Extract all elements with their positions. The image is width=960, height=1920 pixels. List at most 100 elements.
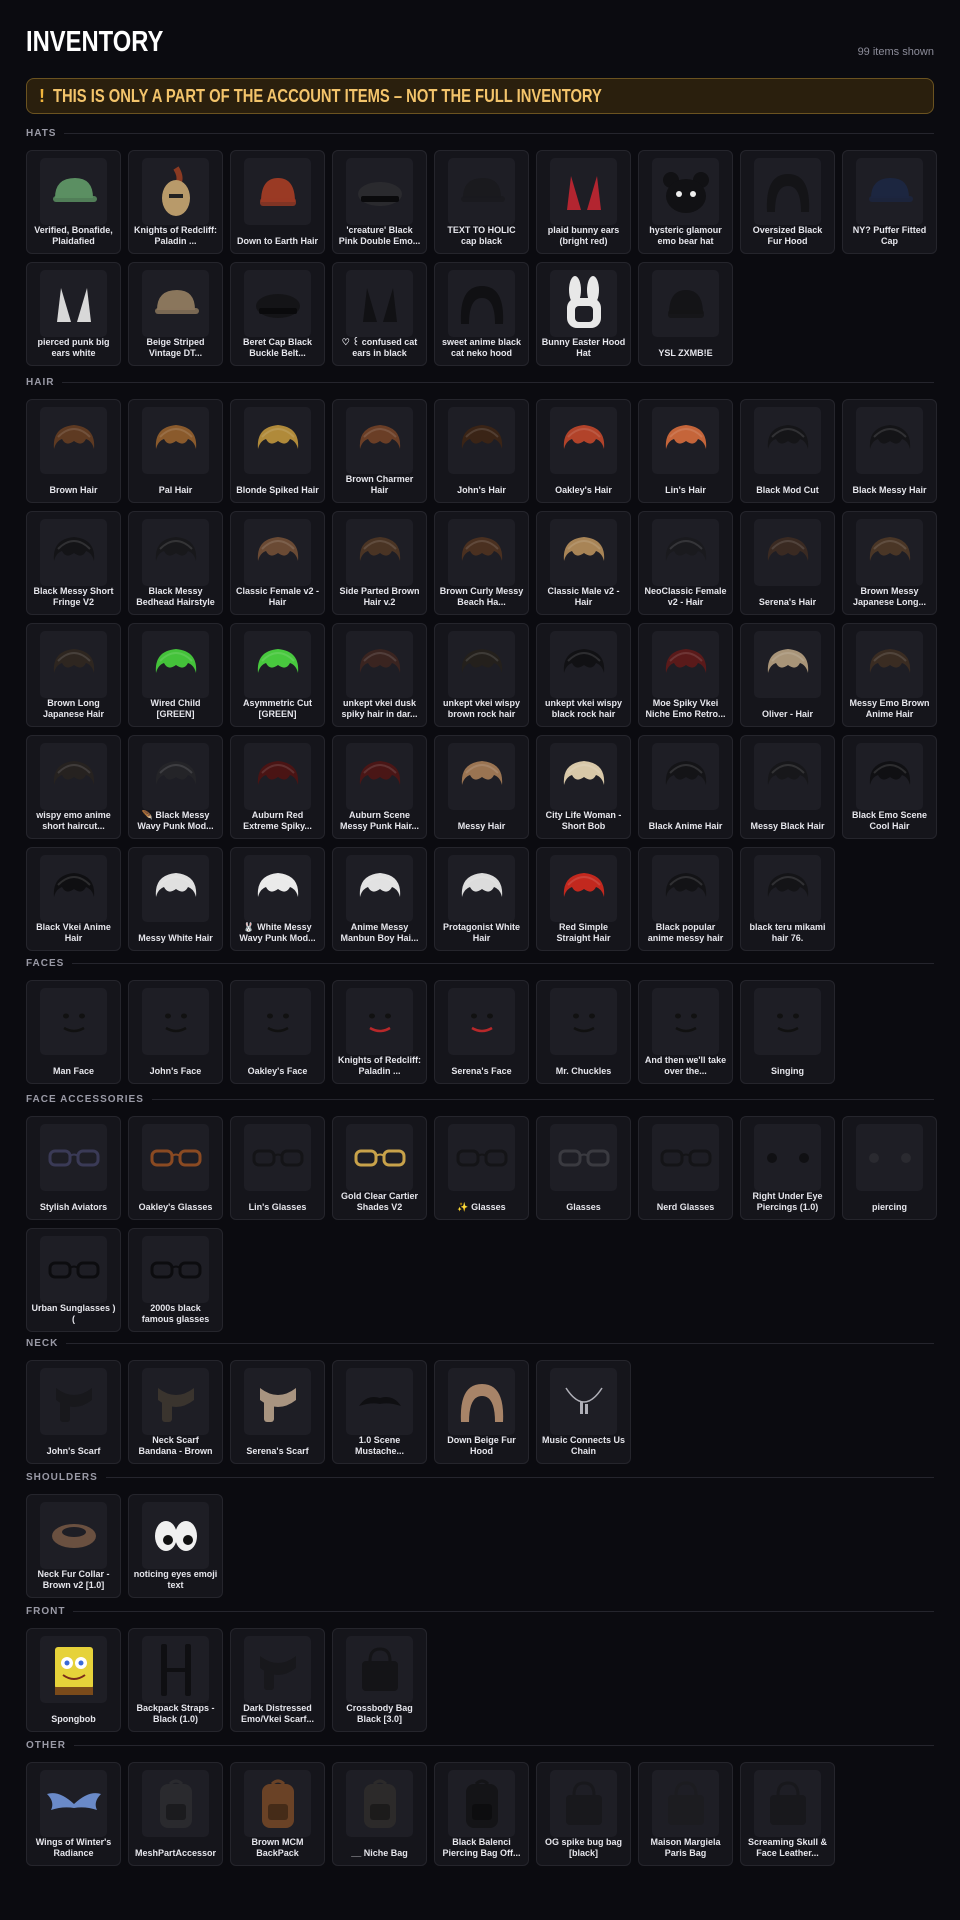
item-card[interactable]: Oakley's Face xyxy=(230,980,325,1084)
item-card[interactable]: Black Messy Bedhead Hairstyle xyxy=(128,511,223,615)
item-card[interactable]: ✨ Glasses xyxy=(434,1116,529,1220)
item-card[interactable]: Serena's Hair xyxy=(740,511,835,615)
hair-icon xyxy=(550,743,617,810)
item-card[interactable]: Brown Hair xyxy=(26,399,121,503)
item-card[interactable]: Black Mod Cut xyxy=(740,399,835,503)
item-card[interactable]: Oakley's Glasses xyxy=(128,1116,223,1220)
item-card[interactable]: noticing eyes emoji text xyxy=(128,1494,223,1598)
item-card[interactable]: Knights of Redcliff: Paladin ... xyxy=(128,150,223,254)
item-card[interactable]: MeshPartAccessor xyxy=(128,1762,223,1866)
item-card[interactable]: Dark Distressed Emo/Vkei Scarf... xyxy=(230,1628,325,1732)
item-card[interactable]: Beret Cap Black Buckle Belt... xyxy=(230,262,325,366)
item-card[interactable]: unkept vkei wispy black rock hair xyxy=(536,623,631,727)
item-card[interactable]: OG spike bug bag [black] xyxy=(536,1762,631,1866)
item-card[interactable]: Blonde Spiked Hair xyxy=(230,399,325,503)
item-card[interactable]: Black popular anime messy hair xyxy=(638,847,733,951)
item-card[interactable]: 2000s black famous glasses xyxy=(128,1228,223,1332)
item-card[interactable]: Red Simple Straight Hair xyxy=(536,847,631,951)
item-card[interactable]: Down to Earth Hair xyxy=(230,150,325,254)
item-card[interactable]: And then we'll take over the... xyxy=(638,980,733,1084)
item-card[interactable]: NY? Puffer Fitted Cap xyxy=(842,150,937,254)
item-card[interactable]: Neck Scarf Bandana - Brown xyxy=(128,1360,223,1464)
item-card[interactable]: Gold Clear Cartier Shades V2 xyxy=(332,1116,427,1220)
item-card[interactable]: Knights of Redcliff: Paladin ... xyxy=(332,980,427,1084)
item-card[interactable]: Side Parted Brown Hair v.2 xyxy=(332,511,427,615)
item-card[interactable]: unkept vkei wispy brown rock hair xyxy=(434,623,529,727)
item-card[interactable]: wispy emo anime short haircut... xyxy=(26,735,121,839)
item-card[interactable]: Auburn Red Extreme Spiky... xyxy=(230,735,325,839)
item-card[interactable]: Glasses xyxy=(536,1116,631,1220)
item-card[interactable]: Brown Long Japanese Hair xyxy=(26,623,121,727)
item-card[interactable]: City Life Woman - Short Bob xyxy=(536,735,631,839)
item-card[interactable]: Neck Fur Collar - Brown v2 [1.0] xyxy=(26,1494,121,1598)
item-card[interactable]: Messy Black Hair xyxy=(740,735,835,839)
item-card[interactable]: Right Under Eye Piercings (1.0) xyxy=(740,1116,835,1220)
item-card[interactable]: John's Hair xyxy=(434,399,529,503)
item-card[interactable]: sweet anime black cat neko hood xyxy=(434,262,529,366)
item-card[interactable]: Urban Sunglasses )( xyxy=(26,1228,121,1332)
item-card[interactable]: __ Niche Bag xyxy=(332,1762,427,1866)
item-card[interactable]: Black Messy Short Fringe V2 xyxy=(26,511,121,615)
item-card[interactable]: TEXT TO HOLIC cap black xyxy=(434,150,529,254)
item-card[interactable]: Nerd Glasses xyxy=(638,1116,733,1220)
item-card[interactable]: ♡ ꒰ confused cat ears in black xyxy=(332,262,427,366)
item-card[interactable]: Protagonist White Hair xyxy=(434,847,529,951)
item-card[interactable]: Classic Male v2 - Hair xyxy=(536,511,631,615)
item-card[interactable]: Down Beige Fur Hood xyxy=(434,1360,529,1464)
item-card[interactable]: Spongbob xyxy=(26,1628,121,1732)
item-card[interactable]: 🐰 White Messy Wavy Punk Mod... xyxy=(230,847,325,951)
item-card[interactable]: Classic Female v2 - Hair xyxy=(230,511,325,615)
item-card[interactable]: unkept vkei dusk spiky hair in dar... xyxy=(332,623,427,727)
item-card[interactable]: Screaming Skull & Face Leather... xyxy=(740,1762,835,1866)
item-card[interactable]: Black Balenci Piercing Bag Off... xyxy=(434,1762,529,1866)
item-card[interactable]: YSL ZXMB!E xyxy=(638,262,733,366)
item-card[interactable]: Black Anime Hair xyxy=(638,735,733,839)
item-card[interactable]: NeoClassic Female v2 - Hair xyxy=(638,511,733,615)
item-card[interactable]: Man Face xyxy=(26,980,121,1084)
item-card[interactable]: black teru mikami hair 76. xyxy=(740,847,835,951)
item-card[interactable]: 🪶 Black Messy Wavy Punk Mod... xyxy=(128,735,223,839)
item-card[interactable]: Black Emo Scene Cool Hair xyxy=(842,735,937,839)
item-card[interactable]: Bunny Easter Hood Hat xyxy=(536,262,631,366)
item-card[interactable]: Serena's Scarf xyxy=(230,1360,325,1464)
item-card[interactable]: Anime Messy Manbun Boy Hai... xyxy=(332,847,427,951)
item-card[interactable]: hysteric glamour emo bear hat xyxy=(638,150,733,254)
item-card[interactable]: Messy White Hair xyxy=(128,847,223,951)
item-card[interactable]: Messy Hair xyxy=(434,735,529,839)
item-card[interactable]: Lin's Hair xyxy=(638,399,733,503)
item-card[interactable]: Wings of Winter's Radiance xyxy=(26,1762,121,1866)
item-card[interactable]: 'creature' Black Pink Double Emo... xyxy=(332,150,427,254)
item-card[interactable]: Music Connects Us Chain xyxy=(536,1360,631,1464)
item-card[interactable]: Verified, Bonafide, Plaidafied xyxy=(26,150,121,254)
item-card[interactable]: 1.0 Scene Mustache... xyxy=(332,1360,427,1464)
item-card[interactable]: Black Messy Hair xyxy=(842,399,937,503)
item-card[interactable]: Wired Child [GREEN] xyxy=(128,623,223,727)
item-card[interactable]: Brown Charmer Hair xyxy=(332,399,427,503)
item-card[interactable]: piercing xyxy=(842,1116,937,1220)
item-card[interactable]: Oversized Black Fur Hood xyxy=(740,150,835,254)
item-card[interactable]: Pal Hair xyxy=(128,399,223,503)
item-card[interactable]: plaid bunny ears (bright red) xyxy=(536,150,631,254)
item-card[interactable]: Oakley's Hair xyxy=(536,399,631,503)
item-card[interactable]: Asymmetric Cut [GREEN] xyxy=(230,623,325,727)
item-card[interactable]: Crossbody Bag Black [3.0] xyxy=(332,1628,427,1732)
item-card[interactable]: John's Face xyxy=(128,980,223,1084)
item-card[interactable]: Oliver - Hair xyxy=(740,623,835,727)
item-card[interactable]: Moe Spiky Vkei Niche Emo Retro... xyxy=(638,623,733,727)
item-card[interactable]: Backpack Straps - Black (1.0) xyxy=(128,1628,223,1732)
item-card[interactable]: Maison Margiela Paris Bag xyxy=(638,1762,733,1866)
item-card[interactable]: Brown Curly Messy Beach Ha... xyxy=(434,511,529,615)
item-card[interactable]: Serena's Face xyxy=(434,980,529,1084)
item-card[interactable]: Singing xyxy=(740,980,835,1084)
item-card[interactable]: Lin's Glasses xyxy=(230,1116,325,1220)
item-card[interactable]: Beige Striped Vintage DT... xyxy=(128,262,223,366)
item-card[interactable]: Auburn Scene Messy Punk Hair... xyxy=(332,735,427,839)
item-card[interactable]: Mr. Chuckles xyxy=(536,980,631,1084)
item-card[interactable]: Messy Emo Brown Anime Hair xyxy=(842,623,937,727)
item-card[interactable]: Brown MCM BackPack xyxy=(230,1762,325,1866)
item-card[interactable]: John's Scarf xyxy=(26,1360,121,1464)
item-card[interactable]: Brown Messy Japanese Long... xyxy=(842,511,937,615)
item-card[interactable]: pierced punk big ears white xyxy=(26,262,121,366)
item-card[interactable]: Stylish Aviators xyxy=(26,1116,121,1220)
item-card[interactable]: Black Vkei Anime Hair xyxy=(26,847,121,951)
